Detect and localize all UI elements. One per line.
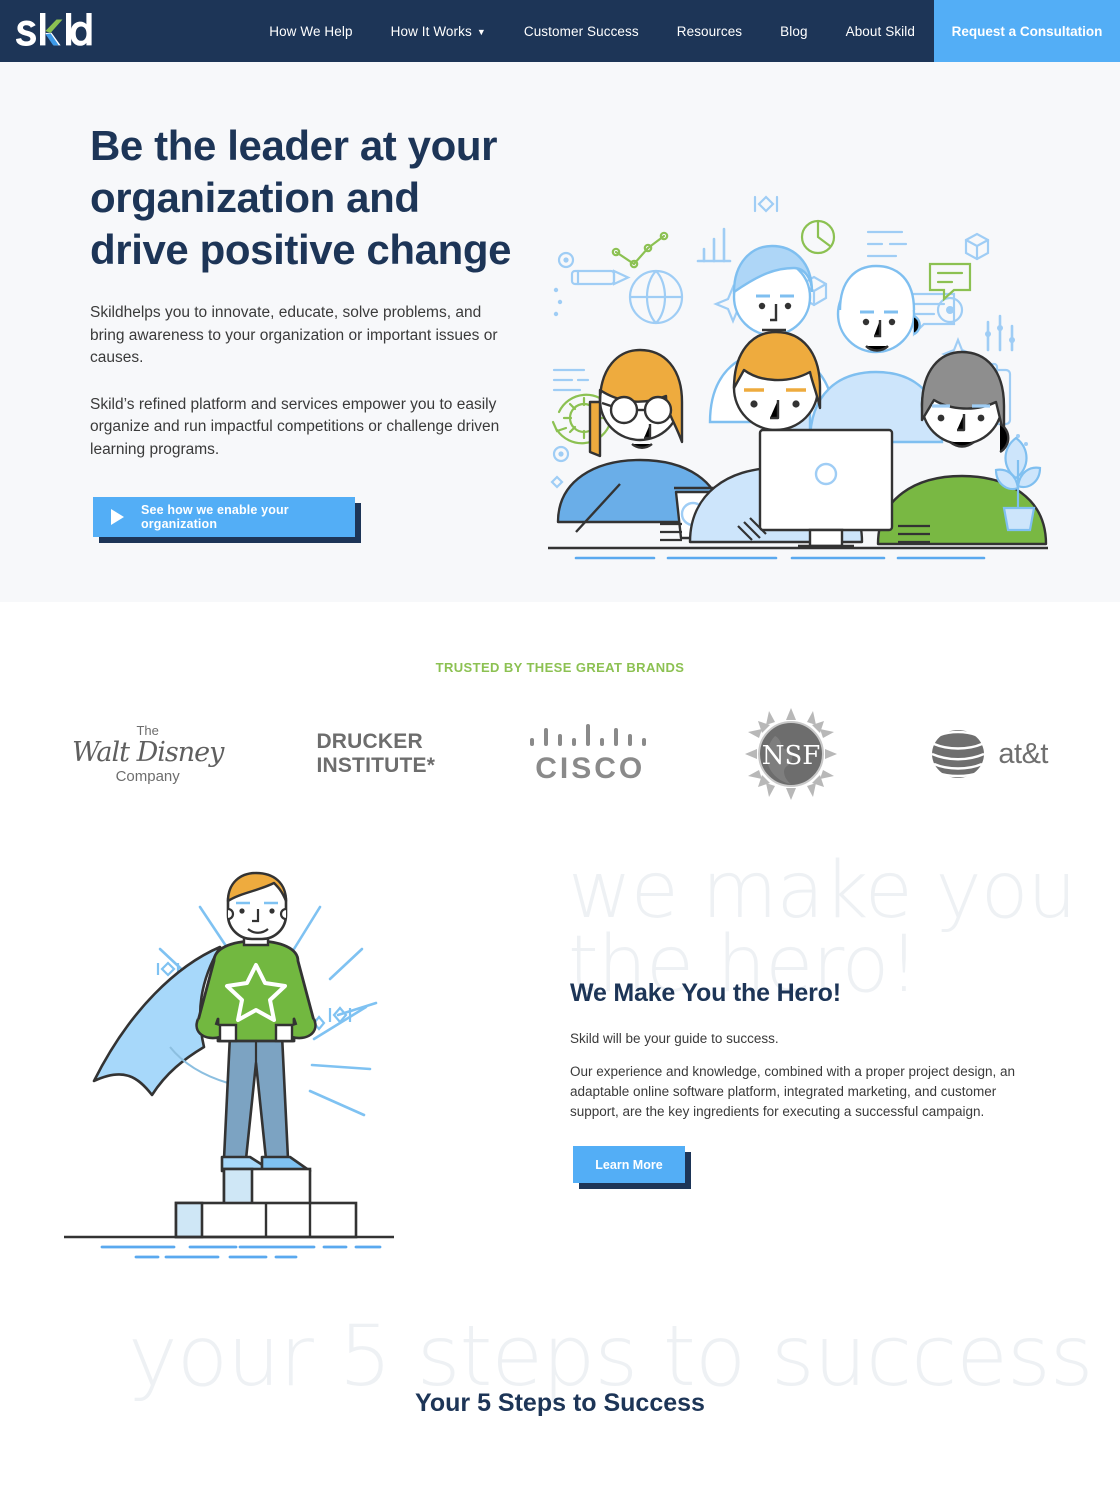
main-navigation: How We Help How It Works ▼ Customer Succ… [92,0,934,62]
learn-more-label: Learn More [595,1157,663,1172]
nav-item-customer-success[interactable]: Customer Success [505,0,658,62]
nsf-wordmark: NSF [762,741,821,771]
nav-label: Customer Success [523,23,639,39]
chevron-down-icon: ▼ [476,26,486,37]
team-illustration-svg [548,195,1048,560]
we-make-you-hero-section: we make you the hero! We Make You the He… [0,852,1120,1329]
nav-label: Resources [676,23,743,39]
landing-page: How We Help How It Works ▼ Customer Succ… [0,0,1120,1429]
drucker-line-1: DRUCKER [316,730,423,753]
request-consultation-button[interactable]: Request a Consultation [934,0,1120,62]
nav-label: Blog [780,23,808,39]
drucker-line-2: INSTITUTE* [316,754,436,777]
hero-paragraph-2: Skild’s refined platform and services em… [90,395,500,458]
nav-label: How We Help [269,23,353,39]
hero-text-block: Be the leader at your organization and d… [90,120,530,537]
five-steps-heading: Your 5 Steps to Success [415,1389,705,1417]
cisco-logo: CISCO [528,709,652,799]
team-at-computer-illustration [548,192,1048,562]
walt-disney-company-logo: The Walt Disney Company [72,709,224,799]
logo-link[interactable] [0,0,92,62]
hero-paragraph-1: Skildhelps you to innovate, educate, sol… [90,304,498,366]
play-icon [111,509,124,525]
cisco-bars-icon [530,724,647,746]
att-wordmark: at&t [998,737,1048,770]
disney-line-1: The [136,723,159,738]
att-globe-icon [931,730,985,778]
att-logo: at&t [930,709,1048,799]
learn-more-button[interactable]: Learn More [573,1146,685,1183]
nav-item-resources[interactable]: Resources [658,0,761,62]
nsf-seal-icon: NSF [745,708,838,800]
nav-item-blog[interactable]: Blog [761,0,826,62]
we-make-you-hero-paragraph-2: Our experience and knowledge, combined w… [570,1064,1016,1119]
nav-label: How It Works [390,23,472,39]
superhero-on-podium-illustration [62,869,462,1269]
nsf-logo: NSF [745,708,838,800]
hero-section: Be the leader at your organization and d… [0,62,1120,602]
skild-logo-icon [16,13,92,46]
hero-heading-line-2: organization and [90,174,420,221]
trusted-brands-section: TRUSTED BY THESE GREAT BRANDS The Walt D… [0,602,1120,859]
drucker-institute-logo: DRUCKER INSTITUTE* [316,709,435,799]
trusted-brands-title: TRUSTED BY THESE GREAT BRANDS [435,660,685,675]
page-title: Be the leader at your organization and d… [90,120,530,276]
hero-heading-line-3: drive positive change [90,226,512,273]
steps-watermark-text: your 5 steps to success [128,1307,1093,1405]
we-make-you-hero-paragraph-1: Skild will be your guide to success. [570,1031,779,1046]
we-make-you-hero-heading: We Make You the Hero! [570,979,841,1007]
skild-logo[interactable] [14,11,92,51]
cisco-wordmark: CISCO [535,752,646,785]
request-consultation-label: Request a Consultation [951,23,1103,39]
see-how-we-enable-button[interactable]: See how we enable your organization [93,497,355,537]
nav-label: About Skild [845,23,915,39]
site-header: How We Help How It Works ▼ Customer Succ… [0,0,1120,62]
see-how-we-enable-label: See how we enable your organization [141,503,289,531]
brand-logo-row: The Walt Disney Company DRUCKER INSTITUT… [0,675,1120,800]
disney-line-2: Walt Disney [72,737,224,768]
superhero-illustration-svg [64,871,394,1259]
nav-item-how-it-works[interactable]: How It Works ▼ [372,0,505,62]
nav-item-about-skild[interactable]: About Skild [827,0,934,62]
five-steps-section: your 5 steps to success Your 5 Steps to … [0,1314,1120,1429]
hero-heading-line-1: Be the leader at your [90,122,498,169]
disney-line-3: Company [115,768,180,785]
nav-item-how-we-help[interactable]: How We Help [250,0,371,62]
